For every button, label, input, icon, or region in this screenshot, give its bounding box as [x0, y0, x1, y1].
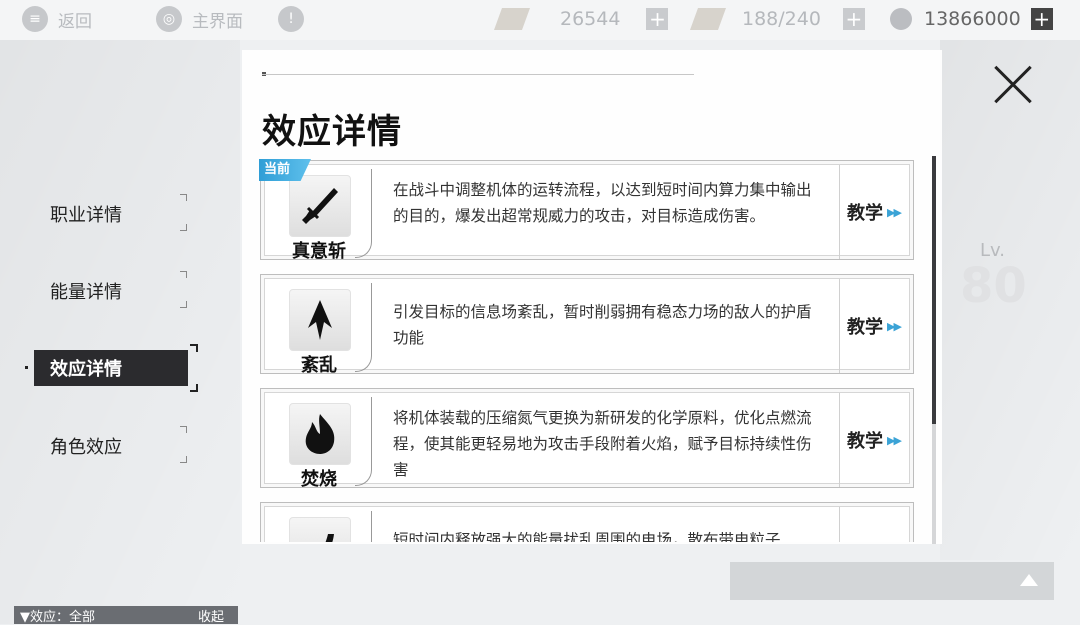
- filter-label[interactable]: ▼效应：全部: [20, 606, 95, 625]
- bracket-decoration: [180, 224, 187, 231]
- tutorial-button[interactable]: 教学 ▶▶: [847, 313, 902, 339]
- card-arc-decoration: [355, 283, 372, 372]
- tutorial-label: 教学: [847, 203, 883, 224]
- menu-item-character-effects[interactable]: 角色效应: [34, 428, 188, 464]
- menu-item-label: 能量详情: [50, 282, 122, 303]
- close-icon[interactable]: [990, 62, 1036, 108]
- double-arrow-icon: ▶▶: [887, 205, 902, 219]
- effect-description: 引发目标的信息场紊乱，暂时削弱拥有稳态力场的敌人的护盾功能: [393, 303, 812, 347]
- effect-card-inner: 真意斩 在战斗中调整机体的运转流程，以达到短时间内算力集中输出的目的，爆发出超常…: [264, 164, 910, 262]
- effect-description: 将机体装载的压缩氮气更换为新研发的化学原料，优化点燃流程，使其能更轻易地为攻击手…: [393, 409, 812, 479]
- effect-card: 紊乱 引发目标的信息场紊乱，暂时削弱拥有稳态力场的敌人的护盾功能 教学 ▶▶: [260, 274, 914, 376]
- bracket-decoration: [190, 384, 198, 392]
- card-arc-decoration: [355, 511, 372, 542]
- resource-coin: 13866000 +: [890, 5, 1053, 33]
- flame-icon: [289, 403, 351, 465]
- scrollbar-thumb[interactable]: [932, 156, 936, 424]
- bracket-decoration: [180, 426, 187, 433]
- back-button[interactable]: ≡ 返回: [22, 4, 92, 34]
- menu-item-label: 角色效应: [50, 437, 122, 458]
- shard-icon: [289, 289, 351, 351]
- collapse-button[interactable]: 收起: [198, 606, 224, 625]
- crescent-icon: [289, 517, 351, 542]
- card-divider: [839, 507, 840, 542]
- resource-stamina: 188/240 +: [689, 5, 865, 33]
- resource-coin-value: 13866000: [924, 8, 1021, 30]
- resource-energy: 26544 +: [493, 5, 669, 33]
- alert-icon: !: [278, 6, 304, 32]
- page-title: 效应详情: [262, 112, 402, 152]
- home-button[interactable]: ◎ 主界面: [156, 4, 243, 34]
- effect-name: 紊乱: [301, 355, 337, 376]
- bottom-right-bar: [730, 562, 1054, 600]
- effect-name: 真意斩: [292, 241, 346, 262]
- effect-card: 短时间内释放强大的能量扰乱周围的电场，散布带电粒子: [260, 502, 914, 542]
- active-dot: [25, 366, 28, 369]
- effect-name: 焚烧: [301, 469, 337, 490]
- double-arrow-icon: ▶▶: [887, 319, 902, 333]
- menu-item-energy-details[interactable]: 能量详情: [34, 273, 188, 309]
- add-stamina-button[interactable]: +: [842, 8, 865, 30]
- effect-card-inner: 紊乱 引发目标的信息场紊乱，暂时削弱拥有稳态力场的敌人的护盾功能 教学 ▶▶: [264, 278, 910, 376]
- top-bar: ≡ 返回 ◎ 主界面 ! 26544 + 188/240 + 13866000 …: [0, 0, 1080, 40]
- bracket-decoration: [180, 271, 187, 278]
- energy-icon: [493, 8, 531, 30]
- card-divider: [839, 165, 840, 259]
- effect-list[interactable]: 真意斩 在战斗中调整机体的运转流程，以达到短时间内算力集中输出的目的，爆发出超常…: [258, 156, 922, 542]
- home-icon: ◎: [156, 6, 182, 32]
- add-coin-button[interactable]: +: [1030, 8, 1053, 30]
- alert-button[interactable]: !: [278, 4, 314, 34]
- effect-card: 真意斩 在战斗中调整机体的运转流程，以达到短时间内算力集中输出的目的，爆发出超常…: [259, 159, 914, 262]
- stamina-icon: [689, 8, 727, 30]
- back-label: 返回: [58, 11, 92, 32]
- effect-card-inner: 焚烧 将机体装载的压缩氮气更换为新研发的化学原料，优化点燃流程，使其能更轻易地为…: [264, 392, 910, 490]
- card-divider: [839, 393, 840, 487]
- double-arrow-icon: ▶▶: [887, 433, 902, 447]
- bracket-decoration: [180, 301, 187, 308]
- panel-top-line: [262, 74, 694, 75]
- add-energy-button[interactable]: +: [646, 8, 669, 30]
- tutorial-button[interactable]: 教学 ▶▶: [847, 427, 902, 453]
- coin-icon: [890, 8, 912, 30]
- sword-icon: [289, 175, 351, 237]
- menu-item-label: 职业详情: [50, 205, 122, 226]
- effect-description: 在战斗中调整机体的运转流程，以达到短时间内算力集中输出的目的，爆发出超常规威力的…: [393, 181, 812, 225]
- tutorial-label: 教学: [847, 317, 883, 338]
- effect-description: 短时间内释放强大的能量扰乱周围的电场，散布带电粒子: [393, 531, 781, 542]
- resource-stamina-value: 188/240: [742, 8, 821, 30]
- bracket-decoration: [190, 344, 198, 352]
- effect-filter-bar[interactable]: ▼效应：全部 收起: [14, 606, 238, 625]
- tutorial-label: 教学: [847, 431, 883, 452]
- background-stripe: [0, 40, 240, 624]
- menu-item-label: 效应详情: [50, 359, 122, 380]
- bracket-decoration: [180, 194, 187, 201]
- card-arc-decoration: [355, 397, 372, 486]
- menu-item-effect-details[interactable]: 效应详情: [34, 350, 188, 386]
- home-label: 主界面: [192, 11, 243, 32]
- level-value: 80: [960, 258, 1027, 314]
- effect-card-inner: 短时间内释放强大的能量扰乱周围的电场，散布带电粒子: [264, 506, 910, 542]
- bracket-decoration: [180, 456, 187, 463]
- menu-item-class-details[interactable]: 职业详情: [34, 196, 188, 232]
- menu-icon: ≡: [22, 6, 48, 32]
- card-arc-decoration: [355, 169, 372, 258]
- up-arrow-icon[interactable]: [1020, 574, 1038, 586]
- effect-card: 焚烧 将机体装载的压缩氮气更换为新研发的化学原料，优化点燃流程，使其能更轻易地为…: [260, 388, 914, 490]
- card-divider: [839, 279, 840, 373]
- resource-energy-value: 26544: [560, 8, 621, 30]
- tutorial-button[interactable]: 教学 ▶▶: [847, 199, 902, 225]
